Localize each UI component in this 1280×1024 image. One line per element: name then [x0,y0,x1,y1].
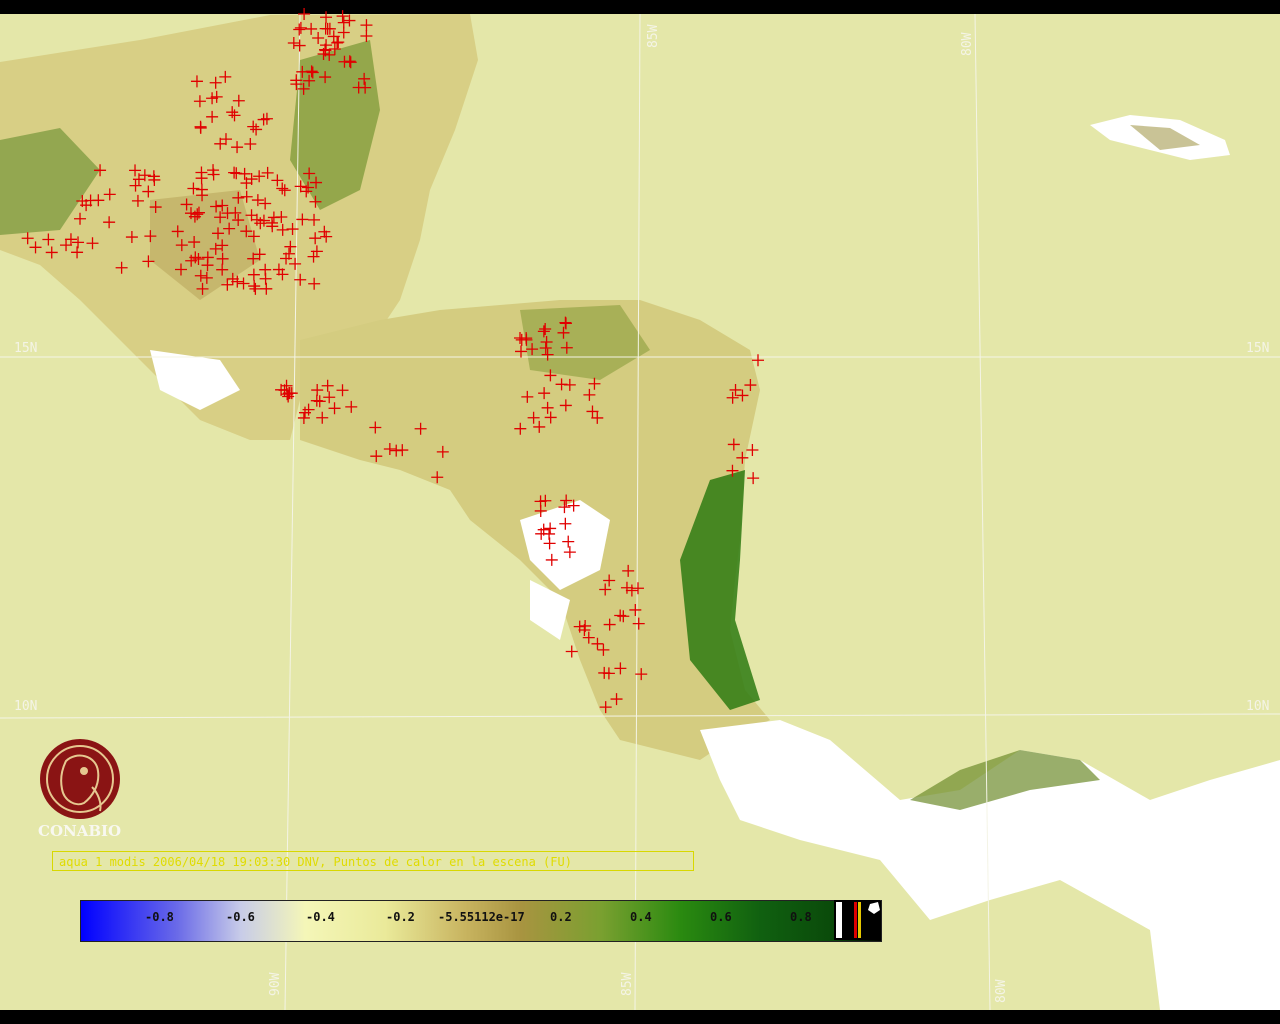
colorbar-tick-label: -0.2 [386,910,415,924]
lat-label-10n-right: 10N [1246,699,1270,714]
scene-caption: aqua 1 modis 2006/04/18 19:03:30 DNV, Pu… [52,851,694,871]
fire-marker [747,472,760,485]
lat-label-10n: 10N [14,699,38,714]
colorbar-legend-end [834,900,880,940]
colorbar-tick-label: 0.6 [710,910,732,924]
lon-label-85w-bottom: 85W [620,972,635,996]
lon-label-90w-bottom: 90W [268,972,283,996]
lon-label-80w-bottom: 80W [994,979,1009,1003]
lat-label-15n-right: 15N [1246,341,1270,356]
lon-label-80w-top: 80W [960,32,975,56]
lat-label-15n: 15N [14,341,38,356]
colorbar-tick-label: -5.55112e-17 [438,910,525,924]
colorbar-tick-label: -0.6 [226,910,255,924]
fire-marker [746,444,759,457]
colorbar-tick-label: 0.4 [630,910,652,924]
conabio-logo-text: CONABIO [38,822,122,840]
lon-label-85w-top: 85W [646,24,661,48]
colorbar-tick-label: -0.8 [145,910,174,924]
colorbar-tick-label: 0.2 [550,910,572,924]
fire-marker [751,354,764,367]
colorbar-tick-label: 0.8 [790,910,812,924]
bottom-border [0,1010,1280,1024]
colorbar-tick-label: -0.4 [306,910,335,924]
